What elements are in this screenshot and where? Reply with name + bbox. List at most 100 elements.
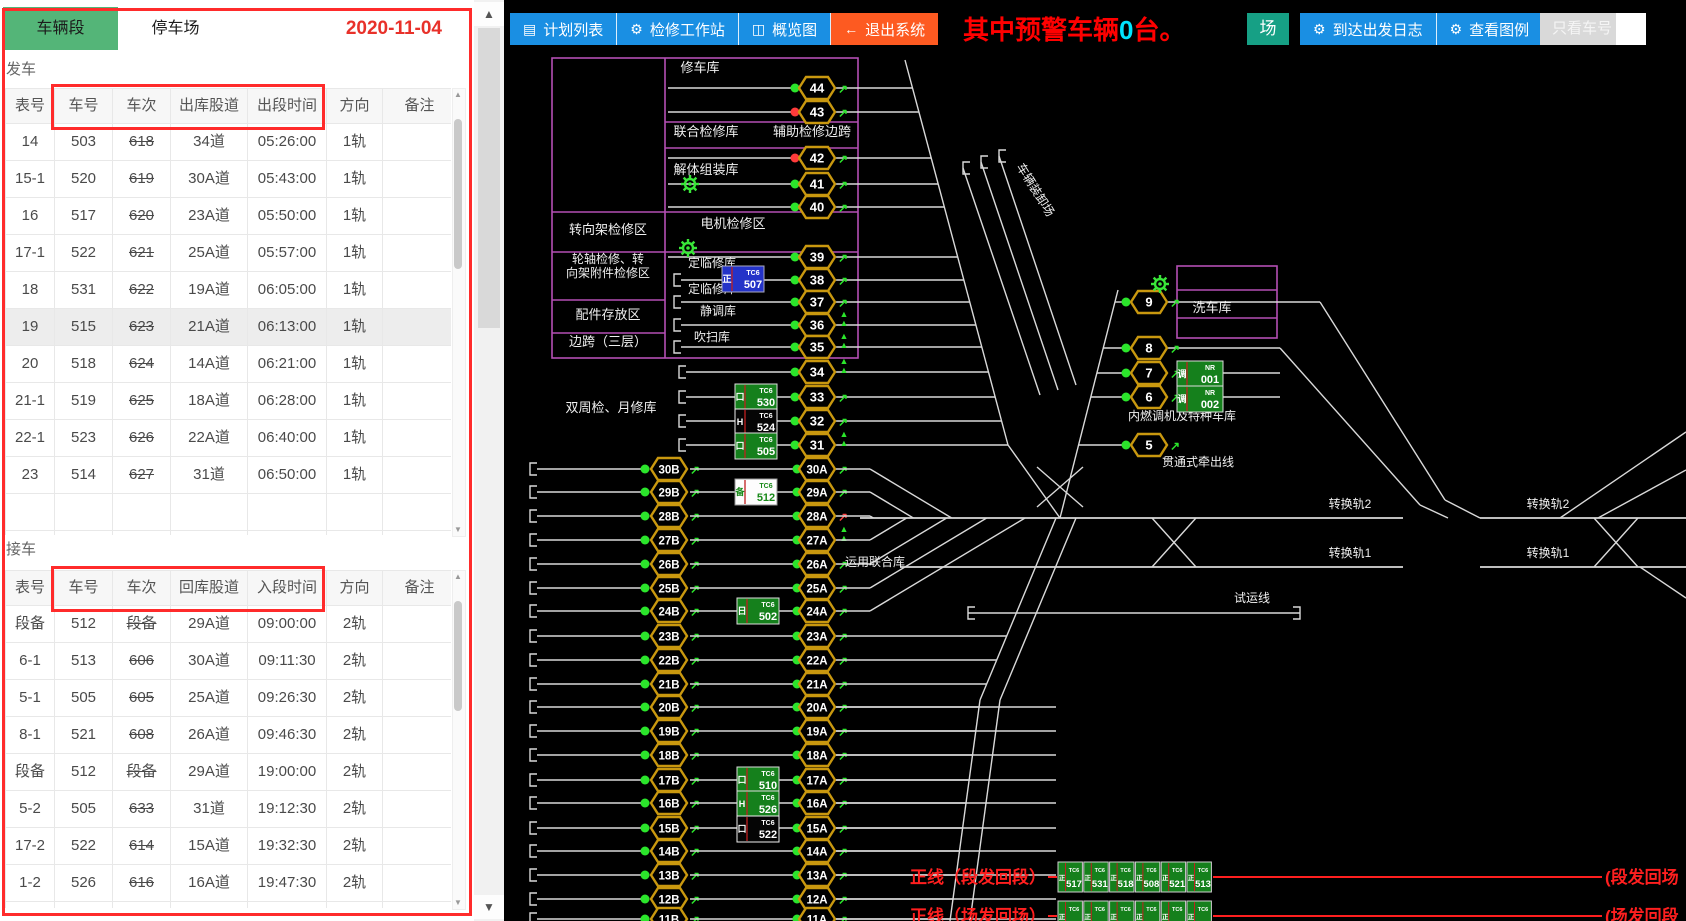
track-hexagon[interactable]: 14A bbox=[799, 840, 835, 862]
mainline-train-box[interactable]: 正TC6513 bbox=[1187, 862, 1211, 892]
table-row[interactable]: 1853162219A道06:05:001轨 bbox=[5, 272, 451, 309]
track-hexagon[interactable]: 25B bbox=[651, 577, 687, 599]
track-hexagon[interactable]: 25A bbox=[799, 577, 835, 599]
train-box[interactable]: 口TC6505 bbox=[735, 433, 777, 459]
table-row[interactable] bbox=[5, 902, 451, 908]
track-hexagon[interactable]: 35 bbox=[799, 336, 835, 358]
tab-depot[interactable]: 车辆段 bbox=[3, 7, 118, 50]
mainline-train-box[interactable]: 正TC6 bbox=[1058, 901, 1082, 921]
track-hexagon[interactable]: 21B bbox=[651, 673, 687, 695]
scroll-down-icon[interactable]: ▼ bbox=[474, 895, 504, 919]
track-hexagon[interactable]: 11B bbox=[651, 908, 687, 921]
track-hexagon[interactable]: 17A bbox=[799, 769, 835, 791]
table-row[interactable]: 段备512段备29A道09:00:002轨 bbox=[5, 606, 451, 643]
track-hexagon[interactable]: 20B bbox=[651, 696, 687, 718]
mainline-train-box[interactable]: 正TC6531 bbox=[1084, 862, 1109, 892]
train-box[interactable]: 日TC6502 bbox=[737, 598, 779, 624]
track-hexagon[interactable]: 27A bbox=[799, 529, 835, 551]
toolbar-right-button-1[interactable]: ⚙查看图例 bbox=[1437, 13, 1544, 45]
exit-system-button[interactable]: ←退出系统 bbox=[831, 13, 938, 45]
scroll-up-icon[interactable]: ▲ bbox=[474, 2, 504, 26]
track-hexagon[interactable]: 33 bbox=[799, 386, 835, 408]
track-hexagon[interactable]: 24B bbox=[651, 600, 687, 622]
depart-table-scrollbar[interactable]: ▲ ▼ bbox=[452, 88, 466, 537]
tab-parking[interactable]: 停车场 bbox=[118, 7, 233, 50]
track-hexagon[interactable]: 37 bbox=[799, 291, 835, 313]
scrollbar-thumb[interactable] bbox=[478, 28, 500, 328]
track-hexagon[interactable]: 7 bbox=[1131, 362, 1167, 384]
mainline-train-box[interactable]: 正TC6 bbox=[1084, 901, 1108, 921]
scroll-down-icon[interactable]: ▼ bbox=[453, 525, 463, 535]
table-row[interactable]: 15-152061930A道05:43:001轨 bbox=[5, 161, 451, 198]
mainline-train-box[interactable]: 正TC6 bbox=[1187, 901, 1211, 921]
track-hexagon[interactable]: 21A bbox=[799, 673, 835, 695]
track-hexagon[interactable]: 43 bbox=[799, 101, 835, 123]
table-row[interactable]: 1951562321A道06:13:001轨 bbox=[5, 309, 451, 346]
scroll-up-icon[interactable]: ▲ bbox=[453, 90, 463, 100]
track-hexagon[interactable]: 30B bbox=[651, 458, 687, 480]
table-row[interactable]: 22-152362622A道06:40:001轨 bbox=[5, 420, 451, 457]
mainline-train-box[interactable]: 正TC6 bbox=[1135, 901, 1159, 921]
scrollbar-thumb[interactable] bbox=[454, 601, 462, 711]
track-hexagon[interactable]: 20A bbox=[799, 696, 835, 718]
track-hexagon[interactable]: 42 bbox=[799, 147, 835, 169]
track-hexagon[interactable]: 12A bbox=[799, 888, 835, 910]
table-row[interactable]: 5-250563331道19:12:302轨 bbox=[5, 791, 451, 828]
scroll-down-icon[interactable]: ▼ bbox=[453, 898, 463, 908]
toolbar-button-0[interactable]: ▤计划列表 bbox=[510, 13, 617, 45]
toolbar-right-button-0[interactable]: ⚙到达出发日志 bbox=[1300, 13, 1437, 45]
train-box[interactable]: HTC6524 bbox=[735, 409, 777, 435]
track-hexagon[interactable]: 17B bbox=[651, 769, 687, 791]
track-hexagon[interactable]: 5 bbox=[1131, 434, 1167, 456]
track-hexagon[interactable]: 39 bbox=[799, 246, 835, 268]
track-hexagon[interactable]: 15B bbox=[651, 817, 687, 839]
table-row[interactable]: 6-151360630A道09:11:302轨 bbox=[5, 643, 451, 680]
track-hexagon[interactable]: 16B bbox=[651, 792, 687, 814]
table-row[interactable]: 2351462731道06:50:001轨 bbox=[5, 457, 451, 494]
arrive-table-scrollbar[interactable]: ▲ ▼ bbox=[452, 570, 466, 910]
track-hexagon[interactable]: 8 bbox=[1131, 337, 1167, 359]
show-train-number-button[interactable]: 只看车号 bbox=[1540, 13, 1624, 45]
track-hexagon[interactable]: 13B bbox=[651, 864, 687, 886]
track-hexagon[interactable]: 28B bbox=[651, 505, 687, 527]
toolbar-button-2[interactable]: ◫概览图 bbox=[739, 13, 831, 45]
train-box[interactable]: HTC6526 bbox=[737, 791, 779, 817]
track-hexagon[interactable]: 41 bbox=[799, 173, 835, 195]
track-hexagon[interactable]: 19A bbox=[799, 720, 835, 742]
train-box[interactable]: 调NR001 bbox=[1177, 361, 1223, 387]
table-row[interactable]: 5-150560525A道09:26:302轨 bbox=[5, 680, 451, 717]
mainline-train-box[interactable]: 正TC6508 bbox=[1135, 862, 1159, 892]
track-hexagon[interactable]: 24A bbox=[799, 600, 835, 622]
scrollbar-thumb[interactable] bbox=[454, 119, 462, 269]
train-box[interactable]: 口TC6522 bbox=[737, 816, 779, 842]
track-hexagon[interactable]: 38 bbox=[799, 269, 835, 291]
track-hexagon[interactable]: 14B bbox=[651, 840, 687, 862]
table-row[interactable]: 1-252661616A道19:47:302轨 bbox=[5, 865, 451, 902]
table-row[interactable] bbox=[5, 494, 451, 531]
table-row[interactable]: 2051862414A道06:21:001轨 bbox=[5, 346, 451, 383]
track-hexagon[interactable]: 26A bbox=[799, 553, 835, 575]
table-row[interactable]: 17-152262125A道05:57:001轨 bbox=[5, 235, 451, 272]
track-hexagon[interactable]: 44 bbox=[799, 77, 835, 99]
track-hexagon[interactable]: 23B bbox=[651, 625, 687, 647]
table-row[interactable]: 1651762023A道05:50:001轨 bbox=[5, 198, 451, 235]
track-hexagon[interactable]: 34 bbox=[799, 361, 835, 383]
track-hexagon[interactable]: 22B bbox=[651, 649, 687, 671]
track-hexagon[interactable]: 22A bbox=[799, 649, 835, 671]
track-hexagon[interactable]: 11A bbox=[799, 908, 835, 921]
track-hexagon[interactable]: 9 bbox=[1131, 291, 1167, 313]
track-hexagon[interactable]: 28A bbox=[799, 505, 835, 527]
train-box[interactable]: 口TC6530 bbox=[735, 384, 777, 410]
track-hexagon[interactable]: 23A bbox=[799, 625, 835, 647]
track-hexagon[interactable]: 18B bbox=[651, 744, 687, 766]
track-hexagon[interactable]: 16A bbox=[799, 792, 835, 814]
track-hexagon[interactable]: 36 bbox=[799, 314, 835, 336]
track-hexagon[interactable]: 19B bbox=[651, 720, 687, 742]
track-hexagon[interactable]: 29A bbox=[799, 481, 835, 503]
table-row[interactable]: 17-252261415A道19:32:302轨 bbox=[5, 828, 451, 865]
track-hexagon[interactable]: 29B bbox=[651, 481, 687, 503]
track-hexagon[interactable]: 27B bbox=[651, 529, 687, 551]
mainline-train-box[interactable]: 正TC6 bbox=[1161, 901, 1185, 921]
track-hexagon[interactable]: 31 bbox=[799, 434, 835, 456]
mainline-train-box[interactable]: 正TC6518 bbox=[1110, 862, 1134, 892]
